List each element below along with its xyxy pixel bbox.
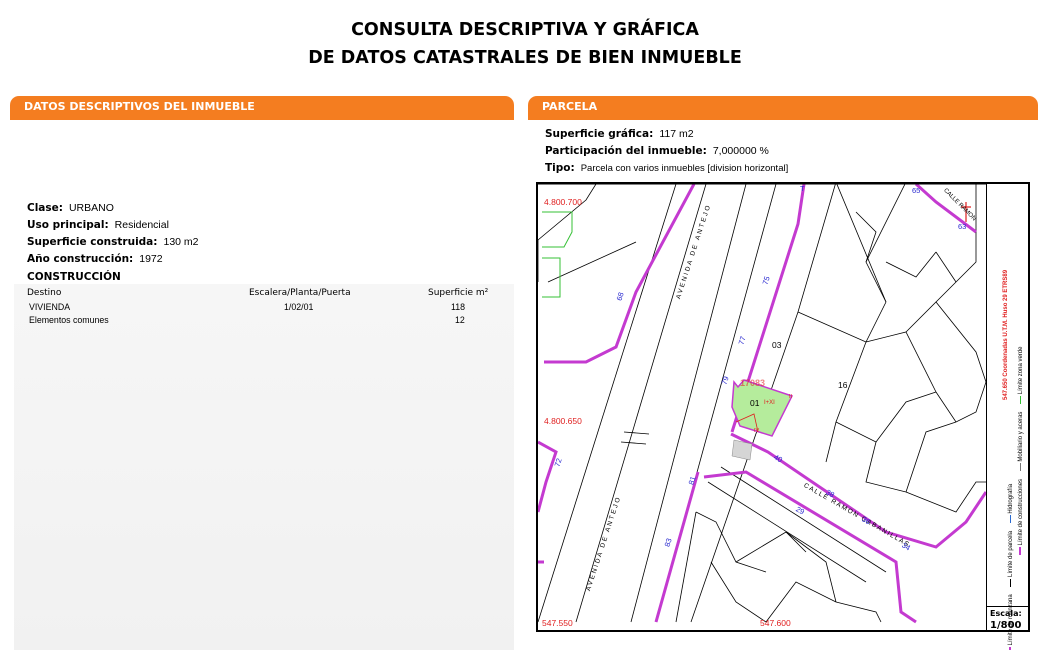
legend-column-2: Límite de construcciones Mobiliario y ac… bbox=[1018, 335, 1024, 555]
map-scale: Escala: 1/800 bbox=[986, 606, 1030, 632]
field-ano-construccion: Año construcción: 1972 bbox=[27, 249, 163, 267]
map-canvas bbox=[538, 184, 988, 624]
column-header-escalera: Escalera/Planta/Puerta bbox=[249, 288, 351, 298]
parcel-fraction: I+XI bbox=[764, 400, 775, 406]
legend-item: Límite zona verde bbox=[1018, 346, 1024, 395]
field-value: 1972 bbox=[139, 253, 163, 265]
field-superficie-construida: Superficie construida: 130 m2 bbox=[27, 232, 199, 250]
construction-heading: CONSTRUCCIÓN bbox=[27, 271, 121, 283]
construction-table bbox=[14, 284, 514, 650]
parcel-tab: PARCELA bbox=[528, 96, 1038, 120]
descriptive-data-tab: DATOS DESCRIPTIVOS DEL INMUEBLE bbox=[10, 96, 514, 120]
legend-item: Mobiliario y aceras bbox=[1018, 411, 1024, 462]
legend-swatch-mobiliario bbox=[1019, 463, 1021, 472]
field-label: Uso principal: bbox=[27, 219, 109, 231]
field-tipo: Tipo: Parcela con varios inmuebles [divis… bbox=[545, 158, 788, 176]
scale-value: 1/800 bbox=[990, 620, 1022, 631]
cell-escalera: 1/02/01 bbox=[284, 302, 314, 312]
column-header-destino: Destino bbox=[27, 288, 62, 298]
title-line-2: DE DATOS CATASTRALES DE BIEN INMUEBLE bbox=[308, 48, 742, 68]
parcel-label-01: 01 bbox=[750, 398, 760, 408]
coord-label-y-mid: 4.800.650 bbox=[544, 416, 582, 426]
cell-superficie: 12 bbox=[455, 315, 465, 325]
legend-swatch-parcela bbox=[1009, 578, 1011, 587]
legend-item: Límite de construcciones bbox=[1018, 478, 1024, 546]
field-superficie-grafica: Superficie gráfica: 117 m2 bbox=[545, 124, 694, 142]
field-clase: Clase: URBANO bbox=[27, 198, 114, 216]
highlighted-parcel[interactable] bbox=[731, 379, 794, 437]
legend-swatch-zona-verde bbox=[1019, 395, 1021, 404]
house-number: 65 bbox=[912, 186, 921, 195]
field-value: 7,000000 % bbox=[712, 145, 769, 157]
parcel-label-03: 03 bbox=[772, 340, 782, 350]
field-uso-principal: Uso principal: Residencial bbox=[27, 215, 169, 233]
green-zone-outline bbox=[542, 211, 573, 248]
coord-label-y-top: 4.800.700 bbox=[544, 197, 582, 207]
scale-label: Escala: bbox=[990, 609, 1022, 618]
page-title: CONSULTA DESCRIPTIVA Y GRÁFICA DE DATOS … bbox=[0, 16, 1050, 72]
cell-destino: VIVIENDA bbox=[29, 302, 71, 312]
parcel-small-label: II bbox=[789, 394, 793, 400]
parcel-small-label-2: IV bbox=[754, 428, 760, 434]
field-participacion: Participación del inmueble: 7,000000 % bbox=[545, 141, 769, 159]
field-label: Superficie construida: bbox=[27, 236, 158, 248]
parcel-code: 17083 bbox=[740, 378, 766, 388]
field-value: 117 m2 bbox=[659, 128, 694, 140]
field-value: Parcela con varios inmuebles [division h… bbox=[580, 163, 789, 174]
legend-coords-note: 547.650 Coordenadas U.T.M. Huso 29 ETRS8… bbox=[1003, 269, 1009, 400]
field-label: Clase: bbox=[27, 202, 63, 214]
legend-swatch-construcciones bbox=[1019, 547, 1022, 555]
house-number: T bbox=[800, 184, 805, 193]
legend-item: Límite de parcela bbox=[1008, 530, 1014, 577]
parcel-label-16: 16 bbox=[838, 380, 848, 390]
house-number: 63 bbox=[958, 222, 967, 231]
parcel-divider bbox=[528, 118, 1038, 120]
field-label: Participación del inmueble: bbox=[545, 145, 707, 157]
cell-destino: Elementos comunes bbox=[29, 315, 109, 325]
field-label: Año construcción: bbox=[27, 253, 134, 265]
field-value: URBANO bbox=[68, 202, 114, 214]
legend-swatch-hidrografia bbox=[1009, 515, 1011, 524]
coord-label-x-left: 547.550 bbox=[542, 618, 573, 628]
field-label: Superficie gráfica: bbox=[545, 128, 654, 140]
coord-label-x-mid: 547.600 bbox=[760, 618, 791, 628]
field-value: Residencial bbox=[114, 219, 169, 231]
cell-superficie: 118 bbox=[451, 302, 466, 312]
legend-item: Hidrografía bbox=[1008, 483, 1014, 514]
field-value: 130 m2 bbox=[163, 236, 199, 248]
parcel-heading: PARCELA bbox=[542, 100, 598, 113]
descriptive-data-heading: DATOS DESCRIPTIVOS DEL INMUEBLE bbox=[24, 100, 255, 113]
descriptive-data-divider bbox=[10, 118, 514, 120]
title-line-1: CONSULTA DESCRIPTIVA Y GRÁFICA bbox=[351, 20, 699, 40]
field-label: Tipo: bbox=[545, 162, 575, 174]
map-legend: Límite de manzana Límite de parcela Hidr… bbox=[986, 182, 1030, 650]
cadastral-map[interactable]: 4.800.700 4.800.650 547.550 547.600 AVEN… bbox=[536, 182, 1030, 632]
column-header-superficie: Superficie m² bbox=[428, 288, 489, 298]
